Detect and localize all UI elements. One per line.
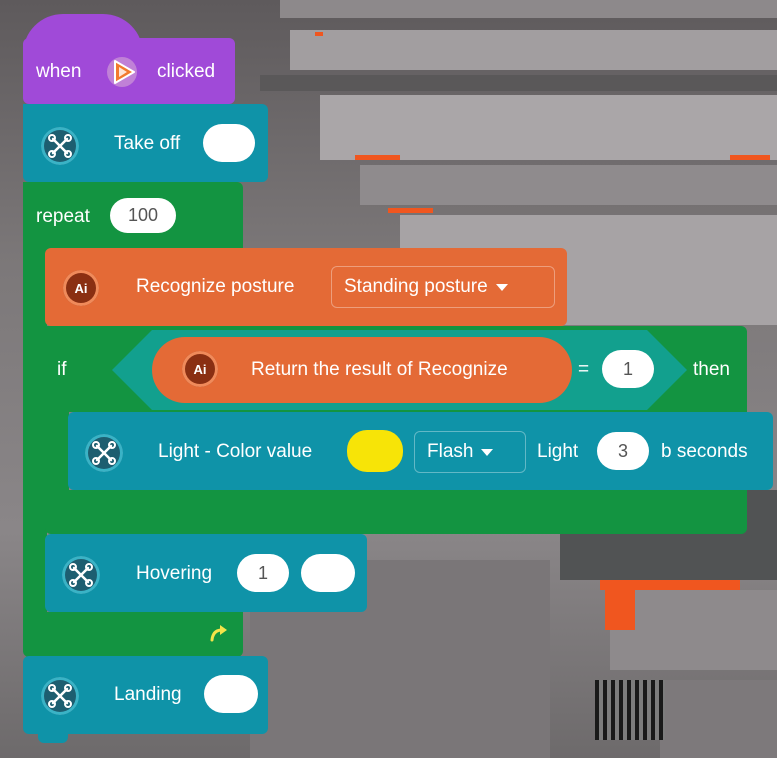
play-flag-icon <box>105 55 139 89</box>
color-picker[interactable] <box>347 430 403 472</box>
drone-icon <box>62 556 100 594</box>
floor-light <box>315 32 323 36</box>
when-label: when <box>36 61 82 82</box>
light-color-label: Light - Color value <box>158 441 313 462</box>
repeat-label: repeat <box>36 206 90 227</box>
floor-slab <box>360 165 777 205</box>
posture-dropdown[interactable]: Standing posture <box>331 266 555 308</box>
posture-dropdown-value: Standing posture <box>344 276 488 297</box>
drone-icon <box>85 434 123 472</box>
floor-light <box>605 590 635 630</box>
if-footer <box>45 490 747 534</box>
chevron-down-icon <box>481 448 494 456</box>
then-label: then <box>693 359 730 380</box>
floor-light <box>388 208 433 213</box>
drone-icon <box>41 677 79 715</box>
floor-slab <box>610 590 777 670</box>
landing-label: Landing <box>114 684 182 705</box>
floor-slab <box>320 95 777 160</box>
hovering-extra-input[interactable] <box>301 554 355 592</box>
return-result-label: Return the result of Recognize <box>251 359 508 380</box>
floor-light <box>730 155 770 160</box>
floor-light <box>600 580 740 590</box>
floor-slab <box>660 680 777 758</box>
seconds-input[interactable]: 3 <box>597 432 649 470</box>
floor-light <box>355 155 400 160</box>
loop-arrow-icon <box>208 622 230 644</box>
take-off-input[interactable] <box>203 124 255 162</box>
equals-operator: = <box>578 359 590 380</box>
block-notch <box>38 734 68 743</box>
take-off-label: Take off <box>114 133 181 154</box>
chevron-down-icon <box>495 283 508 291</box>
ai-icon: Ai <box>63 270 99 306</box>
flash-dropdown[interactable]: Flash <box>414 431 526 473</box>
repeat-count-input[interactable]: 100 <box>110 198 176 233</box>
ai-icon: Ai <box>182 351 218 387</box>
seconds-label: b seconds <box>661 441 748 462</box>
hovering-time-input[interactable]: 1 <box>237 554 289 592</box>
landing-input[interactable] <box>204 675 258 713</box>
floor-slab <box>280 0 777 18</box>
if-label: if <box>57 359 67 380</box>
floor-slab <box>290 30 777 70</box>
floor-slab <box>260 75 777 91</box>
hovering-label: Hovering <box>136 563 213 584</box>
light-label: Light <box>537 441 579 462</box>
flash-dropdown-value: Flash <box>427 441 474 462</box>
recognize-posture-label: Recognize posture <box>136 276 295 297</box>
clicked-label: clicked <box>157 61 216 82</box>
drone-icon <box>41 127 79 165</box>
repeat-arm <box>23 250 47 624</box>
condition-value-input[interactable]: 1 <box>602 350 654 388</box>
floor-vent <box>595 680 665 740</box>
hat-cap <box>23 14 143 54</box>
